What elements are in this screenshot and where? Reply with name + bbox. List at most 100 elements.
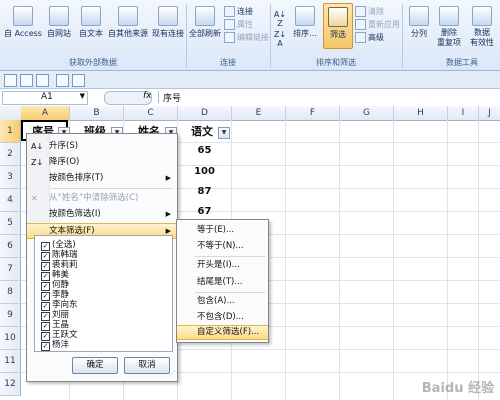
grid-line <box>478 120 479 400</box>
formula-input[interactable]: 序号 <box>158 91 497 104</box>
formula-content: 序号 <box>163 94 182 104</box>
row-header-9[interactable]: 9 <box>0 304 21 327</box>
data-validation-button[interactable]: 数据 有效性 <box>466 6 498 48</box>
redo-icon[interactable] <box>36 74 49 87</box>
sort-za-icon[interactable]: Z↓ A <box>273 30 287 48</box>
row-header-8[interactable]: 8 <box>0 281 21 304</box>
advanced-icon <box>355 32 366 43</box>
list-item[interactable]: ✓ 杨沣 <box>41 340 69 351</box>
menu-sort-ascending[interactable]: A↓ 升序(S) <box>27 138 177 154</box>
from-access-button[interactable]: 自 Access <box>4 6 42 39</box>
chevron-down-icon[interactable]: ▼ <box>80 92 85 100</box>
menu-sort-by-color[interactable]: 按颜色排序(T) ▶ <box>27 170 177 186</box>
sort-az-icon[interactable]: A↓ Z <box>273 10 287 28</box>
submenu-contains[interactable]: 包含(A)... <box>177 294 268 309</box>
existing-connections-icon <box>158 6 178 26</box>
text-to-columns-button[interactable]: 分列 <box>406 6 432 39</box>
filter-button[interactable]: 筛选 <box>323 3 353 49</box>
quick-access-toolbar <box>0 71 500 89</box>
grid-line <box>447 120 448 400</box>
select-all-corner[interactable] <box>0 106 22 120</box>
column-header-d[interactable]: D <box>178 106 232 120</box>
submenu-arrow-icon: ▶ <box>165 210 171 218</box>
sort-icon <box>295 6 315 26</box>
customize-toolbar-icon[interactable] <box>72 74 85 87</box>
menu-clear-filter[interactable]: ✕ 从“姓名”中清除筛选(C) <box>27 190 177 206</box>
row-header-5[interactable]: 5 <box>0 212 21 235</box>
grid-line <box>339 120 340 400</box>
cell-d1[interactable]: 语文 <box>191 123 213 139</box>
column-header-j[interactable]: J <box>479 106 500 120</box>
reapply-button[interactable]: 重新应用 <box>355 19 400 30</box>
from-other-sources-button[interactable]: 自其他来源 <box>108 6 148 39</box>
row-header-7[interactable]: 7 <box>0 258 21 281</box>
checkbox-checked-icon[interactable]: ✓ <box>41 342 50 351</box>
name-box[interactable]: A1 ▼ <box>2 91 88 105</box>
submenu-ends-with[interactable]: 结尾是(T)... <box>177 275 268 290</box>
menu-filter-by-color[interactable]: 按颜色筛选(I) ▶ <box>27 206 177 222</box>
submenu-custom-filter[interactable]: 自定义筛选(F)... <box>177 325 268 340</box>
print-preview-icon[interactable] <box>56 74 69 87</box>
menu-sort-descending[interactable]: Z↓ 降序(O) <box>27 154 177 170</box>
submenu-begins-with[interactable]: 开头是(I)... <box>177 258 268 273</box>
filter-dropdown-d[interactable]: ▼ <box>218 127 230 139</box>
cell-d3[interactable]: 100 <box>178 166 231 177</box>
refresh-icon <box>195 6 215 26</box>
properties-button[interactable]: 属性 <box>224 19 253 30</box>
column-header-i[interactable]: I <box>448 106 479 120</box>
row-header-4[interactable]: 4 <box>0 189 21 212</box>
split-columns-icon <box>409 6 429 26</box>
resize-grip-icon[interactable]: ⋰ <box>169 371 175 377</box>
submenu-equals[interactable]: 等于(E)... <box>177 223 268 238</box>
submenu-not-equals[interactable]: 不等于(N)... <box>177 239 268 254</box>
from-web-button[interactable]: 自网站 <box>44 6 74 39</box>
row-header-3[interactable]: 3 <box>0 166 21 189</box>
row-header-11[interactable]: 11 <box>0 350 21 373</box>
row-header-10[interactable]: 10 <box>0 327 21 350</box>
clear-icon <box>355 6 366 17</box>
column-header-g[interactable]: G <box>340 106 394 120</box>
connections-button[interactable]: 连接 <box>224 6 253 17</box>
row-header-6[interactable]: 6 <box>0 235 21 258</box>
cell-d5[interactable]: 67 <box>178 206 231 217</box>
text-filter-submenu: 等于(E)... 不等于(N)... 开头是(I)... 结尾是(T)... 包… <box>176 219 269 343</box>
advanced-button[interactable]: 高级 <box>355 32 384 43</box>
undo-icon[interactable] <box>20 74 33 87</box>
column-header-a[interactable]: A <box>21 106 70 120</box>
grid-line <box>393 120 394 400</box>
column-header-bar: A B C D E F G H I J <box>0 106 500 121</box>
column-header-f[interactable]: F <box>286 106 340 120</box>
save-icon[interactable] <box>4 74 17 87</box>
ok-button[interactable]: 确定 <box>72 357 118 374</box>
name-box-value: A1 <box>41 92 53 102</box>
column-header-h[interactable]: H <box>394 106 448 120</box>
cell-d4[interactable]: 87 <box>178 186 231 197</box>
fx-icon[interactable]: fx <box>143 91 152 101</box>
edit-links-button[interactable]: 编辑链接 <box>224 32 269 43</box>
cancel-button[interactable]: 取消 <box>124 357 170 374</box>
column-header-b[interactable]: B <box>70 106 124 120</box>
access-icon <box>13 6 33 26</box>
clear-filter-icon: ✕ <box>31 194 38 203</box>
filter-value-list: ✓ (全选) ✓ 陈韩瑞 ✓ 裘莉莉 ✓ 韩美 ✓ 何静 ✓ 李静 ✓ 李向东 ✓ 刘丽 ✓ 王晶… <box>34 235 173 352</box>
submenu-does-not-contain[interactable]: 不包含(D)... <box>177 310 268 325</box>
menu-separator <box>195 256 265 257</box>
existing-connections-button[interactable]: 现有连接 <box>150 6 186 39</box>
menu-separator <box>195 292 265 293</box>
row-header-12[interactable]: 12 <box>0 373 21 396</box>
column-header-e[interactable]: E <box>232 106 286 120</box>
cell-d2[interactable]: 65 <box>178 145 231 156</box>
properties-icon <box>224 19 235 30</box>
group-label-sort-filter: 排序和筛选 <box>316 58 356 67</box>
remove-duplicates-icon <box>439 6 459 26</box>
row-header-1[interactable]: 1 <box>0 120 21 143</box>
other-sources-icon <box>118 6 138 26</box>
clear-button[interactable]: 清除 <box>355 6 384 17</box>
sort-button[interactable]: 排序... <box>290 6 320 39</box>
text-file-icon <box>81 6 101 26</box>
row-header-2[interactable]: 2 <box>0 143 21 166</box>
refresh-all-button[interactable]: 全部刷新 <box>188 6 222 39</box>
column-header-c[interactable]: C <box>124 106 178 120</box>
from-text-button[interactable]: 自文本 <box>76 6 106 39</box>
remove-duplicates-button[interactable]: 删除 重复项 <box>434 6 464 48</box>
